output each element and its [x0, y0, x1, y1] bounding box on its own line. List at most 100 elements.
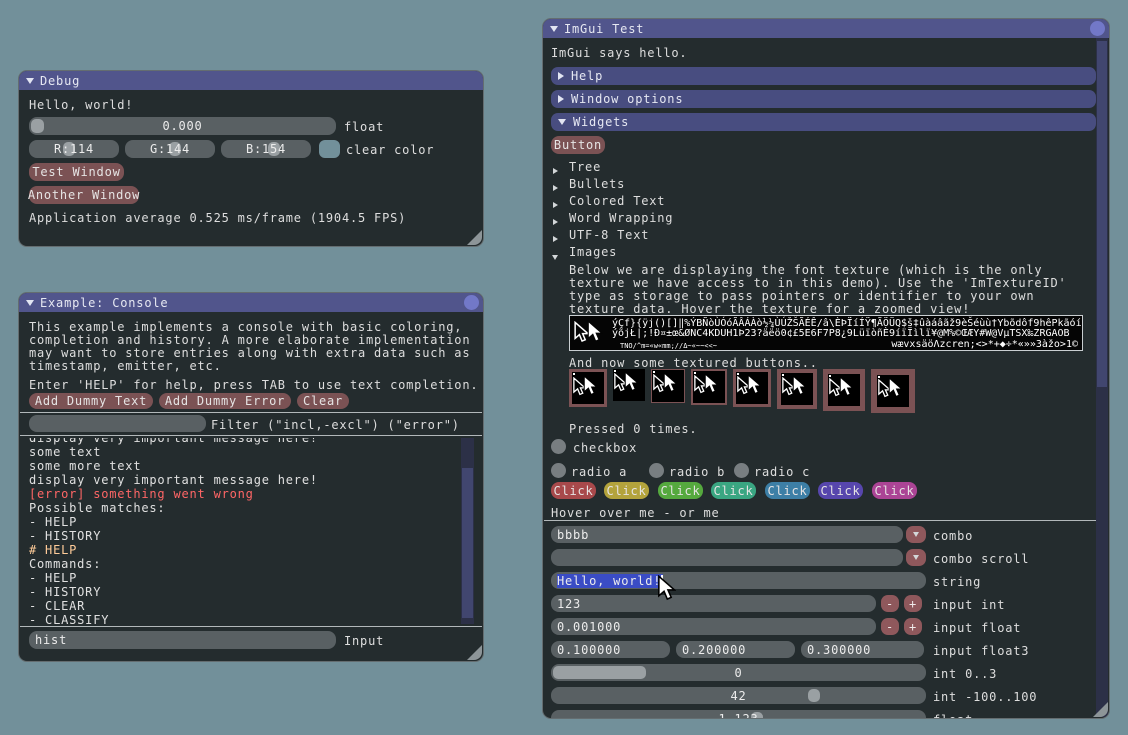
click-button-1[interactable]: Click [551, 482, 596, 499]
scrollbar-track[interactable] [461, 438, 474, 624]
collapse-icon[interactable] [26, 78, 34, 84]
image-button[interactable] [691, 369, 727, 405]
chevron-right-icon [558, 95, 564, 103]
log-line: - HISTORY [29, 585, 459, 599]
hover-text[interactable]: Hover over me - or me [551, 506, 720, 520]
scrollbar-track[interactable] [1096, 38, 1108, 717]
image-button[interactable] [777, 369, 817, 409]
add-dummy-error-button[interactable]: Add Dummy Error [159, 393, 291, 409]
button-widget[interactable]: Button [551, 136, 605, 154]
tree-item-tree[interactable]: Tree [569, 160, 601, 174]
slider-r[interactable]: R:114 [29, 140, 119, 158]
click-button-4[interactable]: Click [711, 482, 756, 499]
test-window-button[interactable]: Test Window [29, 163, 124, 181]
click-button-2[interactable]: Click [604, 482, 649, 499]
input-float3-x[interactable]: 0.100000 [551, 641, 670, 658]
string-input[interactable]: Hello, world! [551, 572, 926, 589]
pressed-text: Pressed 0 times. [569, 422, 697, 436]
tree-arrow-icon[interactable] [552, 249, 558, 263]
minus-button[interactable]: - [881, 618, 899, 635]
slider-g[interactable]: G:144 [125, 140, 215, 158]
hello-text: Hello, world! [29, 98, 133, 112]
image-button[interactable] [651, 369, 685, 403]
tree-arrow-icon[interactable] [553, 163, 558, 177]
font-texture-image[interactable]: ýÇf}{ÿj()[]‖%ÝBÑòÙÓóÃÂÁÀò½¼ÙÚŽŠÃÉÊ/â\ÈÞÏ… [569, 315, 1083, 351]
float-slider[interactable]: 0.000 [29, 117, 336, 135]
minus-button[interactable]: - [881, 595, 899, 612]
tree-item-word-wrapping[interactable]: Word Wrapping [569, 211, 673, 225]
scrollbar-thumb[interactable] [1097, 41, 1107, 387]
input-int[interactable]: 123 [551, 595, 876, 612]
input-float3-z[interactable]: 0.300000 [801, 641, 924, 658]
tree-item-colored-text[interactable]: Colored Text [569, 194, 665, 208]
intro-line: completion and history. A more elaborate… [29, 333, 470, 347]
click-button-5[interactable]: Click [765, 482, 810, 499]
resize-grip[interactable] [467, 645, 482, 660]
another-window-button[interactable]: Another Window [29, 186, 139, 204]
radio-b[interactable] [649, 463, 664, 478]
texture-glyph-row: ýõjŁ|;!Ð¤±œ&ØNC4KDUH1Þ23?äëö0¢£5E6F7P8¿9… [612, 329, 1070, 339]
header-widgets[interactable]: Widgets [551, 113, 1096, 131]
help-line: Enter 'HELP' for help, press TAB to use … [29, 378, 478, 392]
checkbox-label[interactable]: checkbox [573, 441, 637, 455]
header-window-options[interactable]: Window options [551, 90, 1096, 108]
tree-arrow-icon[interactable] [553, 214, 558, 228]
click-button-3[interactable]: Click [658, 482, 703, 499]
images-text-line: texture we have access to in this demo).… [569, 276, 1067, 290]
radio-c[interactable] [734, 463, 749, 478]
clear-button[interactable]: Clear [297, 393, 349, 409]
checkbox[interactable] [551, 439, 566, 454]
collapse-icon[interactable] [550, 26, 558, 32]
slider-grab[interactable] [553, 666, 646, 679]
tree-item-utf8-text[interactable]: UTF-8 Text [569, 228, 649, 242]
slider-value: B:154 [246, 142, 286, 156]
add-dummy-text-button[interactable]: Add Dummy Text [29, 393, 153, 409]
titlebar-console[interactable]: Example: Console [19, 293, 483, 312]
image-button[interactable] [871, 369, 915, 413]
slider-b[interactable]: B:154 [221, 140, 311, 158]
int-slider[interactable]: 0 [551, 664, 926, 681]
radio-c-label[interactable]: radio c [754, 465, 810, 479]
image-button[interactable] [823, 369, 865, 411]
plus-button[interactable]: + [904, 618, 922, 635]
hello-text: ImGui says hello. [551, 46, 687, 60]
scrollbar-thumb[interactable] [462, 468, 473, 618]
slider-grab[interactable] [31, 119, 44, 133]
collapse-icon[interactable] [26, 300, 34, 306]
tree-item-images[interactable]: Images [569, 245, 617, 259]
combo-scroll-select[interactable] [551, 549, 903, 566]
tree-arrow-icon[interactable] [553, 231, 558, 245]
tree-arrow-icon[interactable] [553, 180, 558, 194]
clear-color-swatch[interactable] [319, 140, 340, 158]
input-float3-y[interactable]: 0.200000 [676, 641, 795, 658]
resize-grip[interactable] [467, 230, 482, 245]
combo-select[interactable]: bbbb [551, 526, 903, 543]
titlebar-debug[interactable]: Debug [19, 71, 483, 90]
image-button[interactable] [569, 369, 607, 407]
filter-input[interactable] [29, 415, 206, 432]
header-help[interactable]: Help [551, 67, 1096, 85]
radio-a[interactable] [551, 463, 566, 478]
titlebar-imgui-test[interactable]: ImGui Test [543, 19, 1109, 38]
float-slider[interactable]: 1.123 [551, 710, 926, 719]
click-button-7[interactable]: Click [872, 482, 917, 499]
click-button-6[interactable]: Click [818, 482, 863, 499]
slider-grab[interactable] [808, 689, 820, 702]
log-line: - HELP [29, 515, 459, 529]
close-icon[interactable] [464, 295, 479, 310]
image-button[interactable] [613, 369, 645, 401]
radio-b-label[interactable]: radio b [669, 465, 725, 479]
console-input[interactable]: hist [29, 631, 336, 649]
combo-arrow-button[interactable] [906, 526, 926, 543]
tree-item-bullets[interactable]: Bullets [569, 177, 625, 191]
separator [20, 435, 482, 436]
image-button[interactable] [733, 369, 771, 407]
log-line: - HISTORY [29, 529, 459, 543]
combo-arrow-button[interactable] [906, 549, 926, 566]
close-icon[interactable] [1090, 21, 1105, 36]
tree-arrow-icon[interactable] [553, 197, 558, 211]
input-float[interactable]: 0.001000 [551, 618, 876, 635]
plus-button[interactable]: + [904, 595, 922, 612]
radio-a-label[interactable]: radio a [571, 465, 627, 479]
int-slider-2[interactable]: 42 [551, 687, 926, 704]
